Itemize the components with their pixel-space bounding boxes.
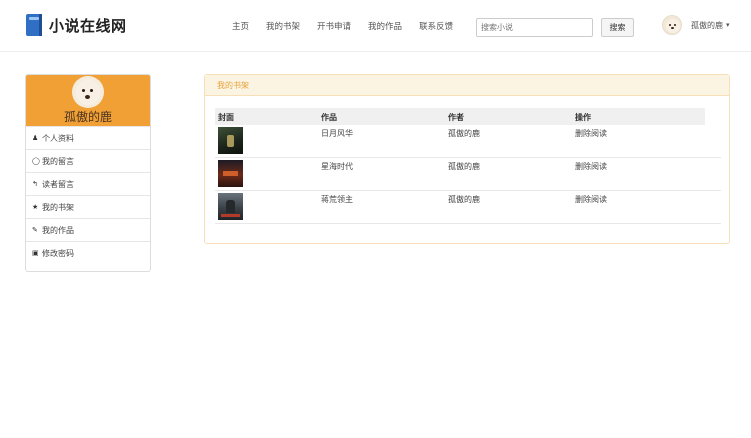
panel-title: 我的书架 — [205, 75, 729, 96]
book-author: 孤傲的鹿 — [448, 195, 480, 204]
sidebar-item-label: 修改密码 — [42, 248, 74, 258]
book-cover[interactable] — [218, 127, 243, 154]
table-row: 日月风华 孤傲的鹿 删除阅读 — [215, 125, 721, 158]
sidebar-item-label: 我的留言 — [42, 156, 74, 166]
profile-avatar — [72, 76, 104, 108]
nav-link-apply[interactable]: 开书申请 — [317, 20, 351, 32]
book-title[interactable]: 星海时代 — [321, 161, 353, 172]
comment-icon: ◯ — [32, 157, 40, 165]
column-header-title: 作品 — [321, 113, 337, 122]
brand[interactable]: 小说在线网 — [26, 14, 127, 36]
sidebar-item-label: 我的书架 — [42, 202, 74, 212]
search-button[interactable]: 搜索 — [601, 18, 634, 37]
reply-icon: ↰ — [32, 180, 38, 188]
book-title[interactable]: 蒋荒领主 — [321, 194, 353, 205]
row-actions[interactable]: 删除阅读 — [575, 161, 607, 172]
sidebar-item-bookshelf[interactable]: ★ 我的书架 — [26, 195, 150, 218]
book-icon: ✎ — [32, 226, 38, 234]
star-icon: ★ — [32, 203, 39, 211]
avatar — [662, 15, 682, 35]
lock-icon: ▣ — [32, 249, 39, 257]
user-icon: ♟ — [32, 134, 39, 142]
nav-link-home[interactable]: 主页 — [232, 20, 249, 32]
top-navbar: 小说在线网 主页 我的书架 开书申请 我的作品 联系反馈 搜索 孤傲的鹿 ▾ — [0, 0, 751, 52]
nav-link-my-works[interactable]: 我的作品 — [368, 20, 402, 32]
book-cover[interactable] — [218, 160, 243, 187]
sidebar: 孤傲的鹿 ♟ 个人资料 ◯ 我的留言 ↰ 读者留言 ★ 我的书架 ✎ 我的作品 … — [25, 74, 151, 272]
sidebar-item-label: 我的作品 — [42, 225, 74, 235]
nav-links: 主页 我的书架 开书申请 我的作品 联系反馈 — [232, 20, 470, 32]
table-header: 封面 作品 作者 操作 — [215, 108, 705, 125]
book-logo-icon — [26, 14, 42, 36]
column-header-actions: 操作 — [575, 113, 591, 122]
table-row: 蒋荒领主 孤傲的鹿 删除阅读 — [215, 191, 721, 224]
sidebar-item-label: 读者留言 — [42, 179, 74, 189]
table-row: 星海时代 孤傲的鹿 删除阅读 — [215, 158, 721, 191]
sidebar-item-reader-messages[interactable]: ↰ 读者留言 — [26, 172, 150, 195]
nav-link-feedback[interactable]: 联系反馈 — [419, 20, 453, 32]
sidebar-item-change-password[interactable]: ▣ 修改密码 — [26, 241, 150, 264]
sidebar-item-profile[interactable]: ♟ 个人资料 — [26, 126, 150, 149]
username: 孤傲的鹿 — [691, 20, 723, 30]
site-title: 小说在线网 — [49, 16, 127, 35]
book-author: 孤傲的鹿 — [448, 162, 480, 171]
row-actions[interactable]: 删除阅读 — [575, 194, 607, 205]
sidebar-item-label: 个人资料 — [42, 133, 74, 143]
sidebar-item-my-messages[interactable]: ◯ 我的留言 — [26, 149, 150, 172]
user-menu[interactable]: 孤傲的鹿 ▾ — [662, 15, 730, 35]
row-actions[interactable]: 删除阅读 — [575, 128, 607, 139]
chevron-down-icon: ▾ — [726, 21, 730, 29]
book-cover[interactable] — [218, 193, 243, 220]
column-header-author: 作者 — [448, 113, 464, 122]
sidebar-item-my-works[interactable]: ✎ 我的作品 — [26, 218, 150, 241]
book-author: 孤傲的鹿 — [448, 129, 480, 138]
profile-name: 孤傲的鹿 — [63, 110, 112, 124]
profile-header: 孤傲的鹿 — [26, 75, 150, 126]
bookshelf-panel: 我的书架 封面 作品 作者 操作 日月风华 孤傲的鹿 删除阅读 星海时代 孤傲的… — [204, 74, 730, 244]
book-title[interactable]: 日月风华 — [321, 128, 353, 139]
nav-link-bookshelf[interactable]: 我的书架 — [266, 20, 300, 32]
column-header-cover: 封面 — [218, 113, 234, 122]
search-input[interactable] — [476, 18, 593, 37]
